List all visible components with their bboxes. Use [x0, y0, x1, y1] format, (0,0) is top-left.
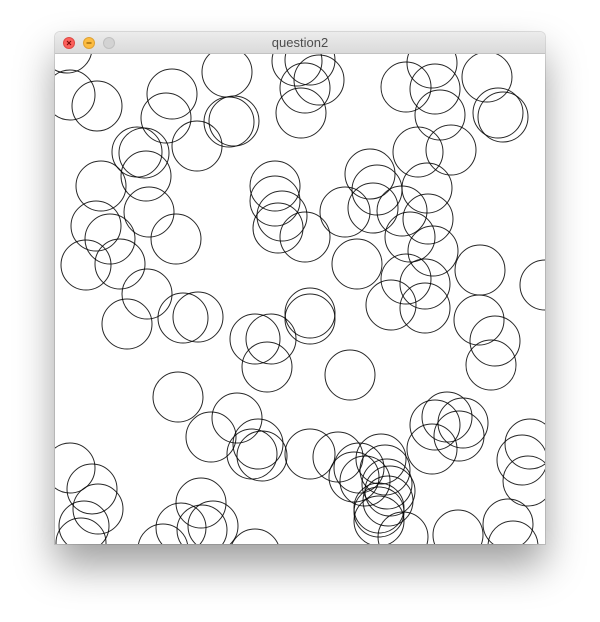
circle-shape [150, 213, 202, 265]
circle-shape [406, 54, 458, 89]
circle-shape [72, 483, 124, 535]
circle-shape [407, 225, 459, 277]
circle-shape [157, 292, 209, 344]
circle-shape [399, 282, 451, 334]
circle-shape [504, 418, 545, 470]
circle-shape [453, 294, 505, 346]
minimize-icon [86, 42, 92, 44]
circle-shape [328, 451, 380, 503]
circle-shape [319, 186, 371, 238]
circle-shape [123, 186, 175, 238]
circle-shape [138, 523, 188, 544]
circle-shape [293, 54, 345, 106]
circle-shape [279, 211, 331, 263]
circle-shape [347, 182, 399, 234]
circle-shape [284, 287, 336, 339]
circle-shape [152, 371, 204, 423]
circle-shape [519, 259, 545, 311]
circle-shape [75, 160, 127, 212]
minimize-button[interactable] [83, 37, 95, 49]
circle-shape [392, 126, 444, 178]
circle-shape [465, 339, 517, 391]
circle-shape [284, 293, 336, 345]
circle-shape [185, 411, 237, 463]
circle-shape [365, 279, 417, 331]
circle-shape [226, 428, 278, 480]
circle-shape [208, 95, 260, 147]
circle-shape [172, 291, 224, 343]
circle-shape [399, 258, 451, 310]
circle-shape [454, 244, 506, 296]
circle-shape [487, 520, 539, 544]
sketch-canvas[interactable] [55, 54, 545, 544]
circle-shape [406, 423, 458, 475]
circle-shape [245, 313, 297, 365]
circle-shape [203, 96, 255, 148]
circle-shape [324, 349, 376, 401]
circle-shape [284, 428, 336, 480]
circle-shape [461, 54, 513, 103]
circle-shape [421, 391, 473, 443]
circle-shape [333, 442, 385, 494]
close-icon [66, 40, 72, 46]
circle-shape [211, 392, 263, 444]
circle-shape [101, 298, 153, 350]
circle-shape [432, 509, 484, 544]
circle-shape [71, 80, 123, 132]
close-button[interactable] [63, 37, 75, 49]
circle-shape [409, 63, 461, 115]
circle-shape [284, 54, 336, 86]
circle-drawing [55, 54, 545, 544]
circle-shape [70, 200, 122, 252]
circle-shape [171, 120, 223, 172]
circle-shape [414, 89, 466, 141]
circle-shape [201, 54, 253, 98]
circle-shape [66, 463, 118, 515]
circle-shape [331, 238, 383, 290]
circle-shape [176, 504, 228, 544]
circle-shape [229, 313, 281, 365]
circle-shape [401, 162, 453, 214]
zoom-icon [104, 38, 114, 48]
circle-shape [469, 315, 521, 367]
window-title: question2 [271, 35, 329, 50]
circle-shape [241, 341, 293, 393]
circle-shape [121, 268, 173, 320]
zoom-button [103, 37, 115, 49]
circle-shape [339, 455, 391, 507]
circle-shape [477, 91, 529, 143]
title-bar[interactable]: question2 [55, 32, 545, 54]
circle-shape [312, 431, 364, 483]
circle-shape [155, 502, 207, 544]
app-window: question2 [55, 32, 545, 544]
circle-shape [496, 434, 545, 486]
